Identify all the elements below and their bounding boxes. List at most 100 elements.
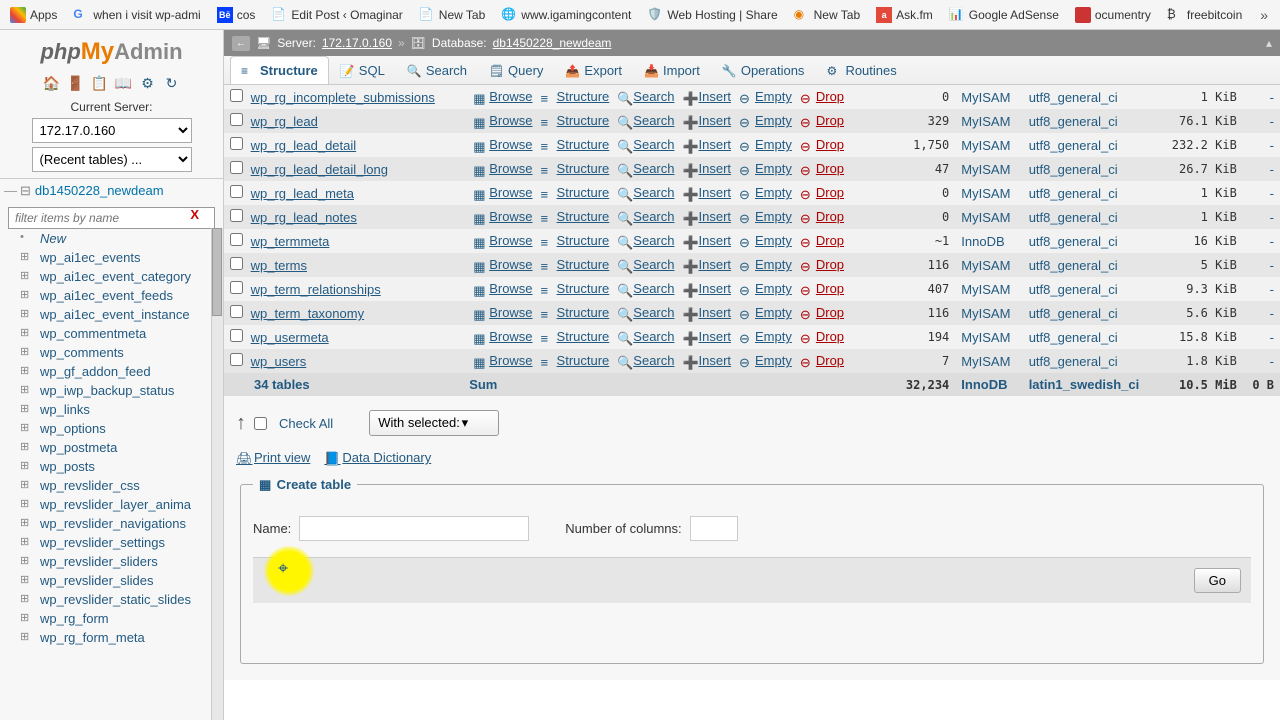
- tab-sql[interactable]: 📝SQL: [329, 56, 396, 84]
- tree-item[interactable]: wp_ai1ec_event_category: [0, 267, 223, 286]
- go-button[interactable]: Go: [1194, 568, 1241, 593]
- filter-input[interactable]: [8, 207, 215, 229]
- tab-structure[interactable]: ≡Structure: [230, 56, 329, 84]
- tree-item[interactable]: wp_links: [0, 400, 223, 419]
- insert-action[interactable]: ➕Insert: [679, 281, 736, 296]
- search-action[interactable]: 🔍Search: [613, 281, 678, 296]
- browse-action[interactable]: ▦Browse: [469, 209, 536, 224]
- empty-action[interactable]: ⊖Empty: [735, 137, 796, 152]
- browse-action[interactable]: ▦Browse: [469, 89, 536, 104]
- drop-action[interactable]: ⊖Drop: [796, 161, 848, 176]
- tree-item[interactable]: wp_revslider_static_slides: [0, 590, 223, 609]
- insert-action[interactable]: ➕Insert: [679, 233, 736, 248]
- row-checkbox[interactable]: [230, 137, 243, 150]
- print-view-link[interactable]: 🖨Print view: [236, 450, 310, 465]
- browse-action[interactable]: ▦Browse: [469, 353, 536, 368]
- tab-query[interactable]: 🗒Query: [478, 56, 554, 84]
- browse-action[interactable]: ▦Browse: [469, 257, 536, 272]
- empty-action[interactable]: ⊖Empty: [735, 113, 796, 128]
- drop-action[interactable]: ⊖Drop: [796, 209, 848, 224]
- structure-action[interactable]: ≡Structure: [537, 161, 614, 176]
- tab-search[interactable]: 🔍Search: [396, 56, 478, 84]
- reload-icon[interactable]: ↻: [163, 74, 181, 92]
- table-name-link[interactable]: wp_rg_lead_detail: [251, 138, 357, 153]
- tree-item[interactable]: wp_ai1ec_event_feeds: [0, 286, 223, 305]
- tab-export[interactable]: 📤Export: [554, 56, 633, 84]
- search-action[interactable]: 🔍Search: [613, 137, 678, 152]
- drop-action[interactable]: ⊖Drop: [796, 185, 848, 200]
- browse-action[interactable]: ▦Browse: [469, 161, 536, 176]
- bm-6[interactable]: 🛡️Web Hosting | Share: [641, 4, 783, 26]
- structure-action[interactable]: ≡Structure: [537, 281, 614, 296]
- table-name-link[interactable]: wp_termmeta: [251, 234, 330, 249]
- bm-2[interactable]: Bēcos: [211, 4, 262, 26]
- browse-action[interactable]: ▦Browse: [469, 137, 536, 152]
- drop-action[interactable]: ⊖Drop: [796, 329, 848, 344]
- bm-10[interactable]: ocumentry: [1069, 4, 1157, 26]
- bookmarks-overflow[interactable]: »: [1252, 7, 1276, 23]
- tree-item[interactable]: wp_revslider_css: [0, 476, 223, 495]
- browse-action[interactable]: ▦Browse: [469, 113, 536, 128]
- row-checkbox[interactable]: [230, 209, 243, 222]
- browse-action[interactable]: ▦Browse: [469, 185, 536, 200]
- structure-action[interactable]: ≡Structure: [537, 305, 614, 320]
- tree-item[interactable]: wp_options: [0, 419, 223, 438]
- tree-item[interactable]: wp_ai1ec_events: [0, 248, 223, 267]
- row-checkbox[interactable]: [230, 257, 243, 270]
- bm-5[interactable]: 🌐www.igamingcontent: [495, 4, 637, 26]
- bm-4[interactable]: 📄New Tab: [413, 4, 491, 26]
- search-action[interactable]: 🔍Search: [613, 305, 678, 320]
- tree-item[interactable]: wp_ai1ec_event_instance: [0, 305, 223, 324]
- search-action[interactable]: 🔍Search: [613, 113, 678, 128]
- search-action[interactable]: 🔍Search: [613, 161, 678, 176]
- table-name-link[interactable]: wp_term_relationships: [251, 282, 381, 297]
- bm-9[interactable]: 📊Google AdSense: [943, 4, 1065, 26]
- bc-server[interactable]: 172.17.0.160: [322, 36, 392, 50]
- empty-action[interactable]: ⊖Empty: [735, 209, 796, 224]
- browse-action[interactable]: ▦Browse: [469, 233, 536, 248]
- browse-action[interactable]: ▦Browse: [469, 329, 536, 344]
- tree-item[interactable]: wp_gf_addon_feed: [0, 362, 223, 381]
- row-checkbox[interactable]: [230, 305, 243, 318]
- insert-action[interactable]: ➕Insert: [679, 113, 736, 128]
- table-name-link[interactable]: wp_usermeta: [251, 330, 329, 345]
- insert-action[interactable]: ➕Insert: [679, 257, 736, 272]
- search-action[interactable]: 🔍Search: [613, 209, 678, 224]
- structure-action[interactable]: ≡Structure: [537, 137, 614, 152]
- structure-action[interactable]: ≡Structure: [537, 353, 614, 368]
- table-name-link[interactable]: wp_rg_lead: [251, 114, 318, 129]
- insert-action[interactable]: ➕Insert: [679, 89, 736, 104]
- drop-action[interactable]: ⊖Drop: [796, 281, 848, 296]
- drop-action[interactable]: ⊖Drop: [796, 257, 848, 272]
- drop-action[interactable]: ⊖Drop: [796, 113, 848, 128]
- empty-action[interactable]: ⊖Empty: [735, 353, 796, 368]
- tree-item[interactable]: wp_posts: [0, 457, 223, 476]
- bc-database[interactable]: db1450228_newdeam: [493, 36, 612, 50]
- empty-action[interactable]: ⊖Empty: [735, 185, 796, 200]
- bm-7[interactable]: ◉New Tab: [788, 4, 866, 26]
- empty-action[interactable]: ⊖Empty: [735, 233, 796, 248]
- tab-routines[interactable]: ⚙Routines: [815, 56, 907, 84]
- row-checkbox[interactable]: [230, 185, 243, 198]
- row-checkbox[interactable]: [230, 353, 243, 366]
- bm-8[interactable]: aAsk.fm: [870, 4, 939, 26]
- structure-action[interactable]: ≡Structure: [537, 233, 614, 248]
- structure-action[interactable]: ≡Structure: [537, 113, 614, 128]
- with-selected-dropdown[interactable]: With selected: ▾: [369, 410, 499, 436]
- tab-operations[interactable]: 🔧Operations: [711, 56, 816, 84]
- browse-action[interactable]: ▦Browse: [469, 281, 536, 296]
- table-name-link[interactable]: wp_rg_incomplete_submissions: [251, 90, 435, 105]
- empty-action[interactable]: ⊖Empty: [735, 305, 796, 320]
- recent-tables-select[interactable]: (Recent tables) ...: [32, 147, 192, 172]
- bm-1[interactable]: Gwhen i visit wp-admi: [67, 4, 206, 26]
- search-action[interactable]: 🔍Search: [613, 353, 678, 368]
- insert-action[interactable]: ➕Insert: [679, 329, 736, 344]
- tree-item[interactable]: wp_commentmeta: [0, 324, 223, 343]
- tree-item[interactable]: wp_comments: [0, 343, 223, 362]
- structure-action[interactable]: ≡Structure: [537, 257, 614, 272]
- settings-icon[interactable]: ⚙: [139, 74, 157, 92]
- table-name-input[interactable]: [299, 516, 529, 541]
- drop-action[interactable]: ⊖Drop: [796, 233, 848, 248]
- breadcrumb-collapse-icon[interactable]: ▴: [1266, 36, 1272, 50]
- tree-item[interactable]: wp_postmeta: [0, 438, 223, 457]
